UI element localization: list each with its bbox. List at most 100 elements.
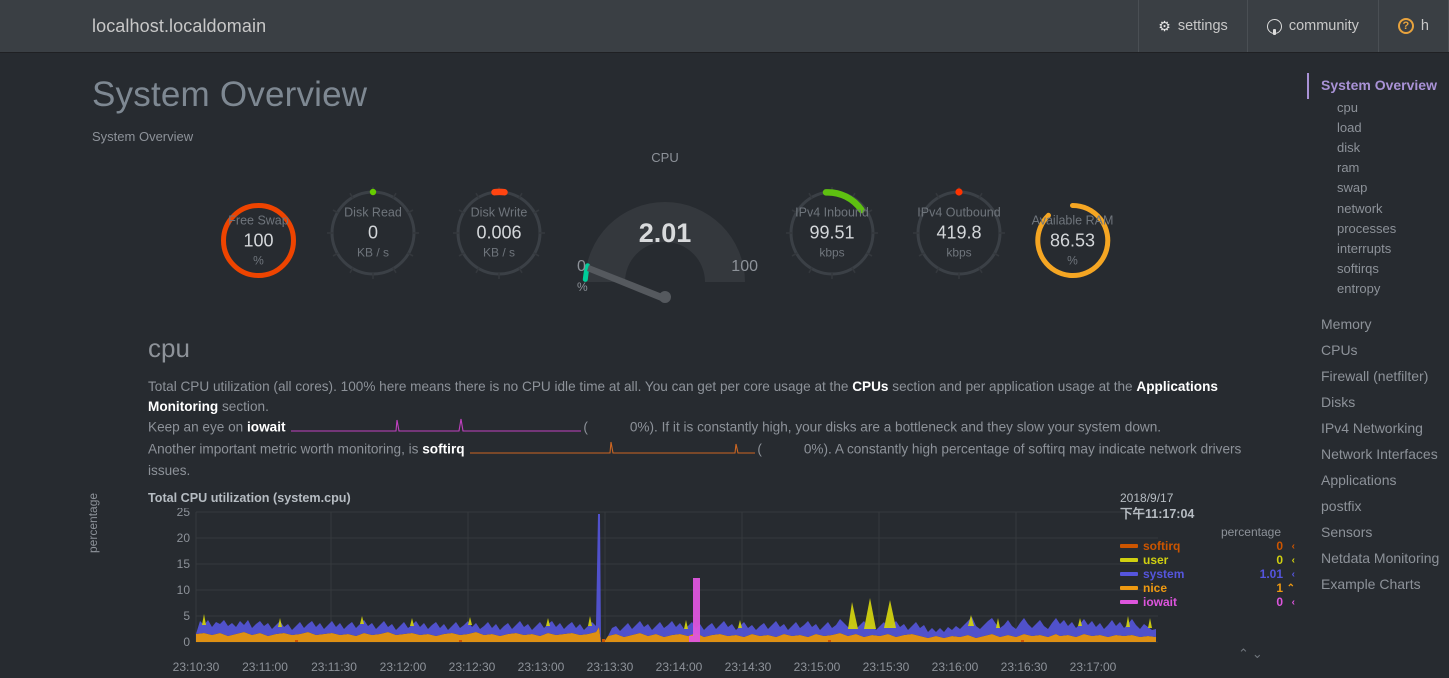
gauge-free-swap[interactable]: Free Swap 100 % — [216, 198, 301, 283]
legend-date: 2018/9/17 — [1120, 491, 1174, 505]
svg-text:15: 15 — [177, 557, 191, 571]
desc-text-1: Total CPU utilization (all cores). 100% … — [148, 379, 853, 394]
legend-value: 1.01 — [1259, 567, 1283, 581]
sidebar-item-cpus[interactable]: CPUs — [1299, 337, 1449, 363]
help-button[interactable]: ? h — [1377, 0, 1449, 52]
legend-label: system — [1143, 567, 1185, 581]
sidebar-item-example-charts[interactable]: Example Charts — [1299, 571, 1449, 597]
sidebar-item-processes[interactable]: processes — [1299, 218, 1449, 238]
chart-title: Total CPU utilization (system.cpu) — [148, 491, 351, 505]
x-tick: 23:11:00 — [242, 660, 288, 674]
x-tick: 23:16:00 — [931, 660, 979, 674]
sidebar-item-network[interactable]: network — [1299, 198, 1449, 218]
cpus-link[interactable]: CPUs — [852, 379, 888, 394]
top-navbar: localhost.localdomain ⚙ settings communi… — [0, 0, 1449, 53]
community-label: community — [1288, 18, 1359, 34]
legend-value: 0 — [1276, 539, 1283, 553]
legend-units: percentage — [1220, 525, 1281, 539]
github-icon — [1266, 18, 1282, 35]
legend-trend-icon: ‹ — [1291, 554, 1295, 566]
desc-paren-2: ( — [757, 441, 762, 457]
chart-y-axis-label: percentage — [86, 492, 100, 553]
sidebar-item-softirqs[interactable]: softirqs — [1299, 259, 1449, 279]
navbar-actions: ⚙ settings community ? h — [1138, 0, 1449, 52]
legend-swatch-icon — [1120, 600, 1138, 604]
x-tick: 23:15:00 — [793, 660, 841, 674]
sidebar-item-memory[interactable]: Memory — [1299, 311, 1449, 337]
sidebar-item-applications[interactable]: Applications — [1299, 467, 1449, 493]
legend-item-user[interactable]: user 0 ‹ — [1120, 553, 1295, 567]
help-label: h — [1420, 18, 1429, 34]
host-brand[interactable]: localhost.localdomain — [0, 0, 284, 52]
page-subtitle: System Overview — [92, 129, 194, 144]
softirq-metric-label: softirq — [422, 441, 465, 457]
x-tick: 23:16:30 — [1000, 660, 1048, 674]
sidebar-item-disk[interactable]: disk — [1299, 137, 1449, 157]
legend-swatch-icon — [1120, 558, 1138, 562]
x-tick: 23:12:30 — [448, 660, 496, 674]
ring-ipv4-outbound: IPv4 Outbound 419.8 kbps — [909, 183, 1009, 283]
settings-button[interactable]: ⚙ settings — [1138, 0, 1247, 52]
legend-swatch-icon — [1120, 572, 1138, 576]
sidebar-item-ipv4-networking[interactable]: IPv4 Networking — [1299, 415, 1449, 441]
x-tick: 23:11:30 — [311, 660, 357, 674]
ring-disk-read: Disk Read 0 KB / s — [323, 183, 423, 283]
x-tick: 23:10:30 — [172, 660, 220, 674]
ring-ipv4-inbound: IPv4 Inbound 99.51 kbps — [782, 183, 882, 283]
legend-item-system[interactable]: system 1.01 ‹ — [1120, 567, 1295, 581]
gauge-disk-read[interactable]: Disk Read 0 KB / s — [323, 183, 423, 283]
legend-trend-icon: ‹ — [1291, 540, 1295, 552]
sidebar-item-entropy[interactable]: entropy — [1299, 279, 1449, 299]
gauge-ipv4-inbound[interactable]: IPv4 Inbound 99.51 kbps — [782, 183, 882, 283]
sidebar-item-swap[interactable]: swap — [1299, 178, 1449, 198]
legend-label: iowait — [1143, 595, 1178, 609]
softirq-sparkline[interactable] — [470, 439, 756, 461]
gauge-available-ram[interactable]: Available RAM 86.53 % — [1030, 198, 1115, 283]
cpu-gauge-units: % — [577, 280, 588, 294]
legend-item-softirq[interactable]: softirq 0 ‹ — [1120, 539, 1295, 553]
iowait-value: 0% — [629, 419, 650, 435]
legend-item-nice[interactable]: nice 1 ⌃ — [1120, 581, 1295, 595]
cpu-gauge-value: 2.01 — [638, 218, 692, 248]
sidebar-divider — [1299, 299, 1449, 311]
iowait-metric-label: iowait — [247, 419, 286, 435]
gauge-cpu[interactable]: CPU 2.01 0 % 100 — [565, 150, 765, 317]
gauge-disk-write[interactable]: Disk Write 0.006 KB / s — [449, 183, 549, 283]
right-sidebar: System Overview cpu load disk ram swap n… — [1299, 53, 1449, 653]
desc-text-2: section and per application usage at the — [888, 379, 1137, 394]
sidebar-item-interrupts[interactable]: interrupts — [1299, 238, 1449, 258]
sidebar-item-disks[interactable]: Disks — [1299, 389, 1449, 415]
chart-resize-handle[interactable]: ⌃⌄ — [1238, 646, 1266, 662]
iowait-sparkline[interactable] — [291, 417, 582, 439]
gauge-ipv4-outbound[interactable]: IPv4 Outbound 419.8 kbps — [909, 183, 1009, 283]
legend-swatch-icon — [1120, 586, 1138, 590]
svg-text:5: 5 — [183, 609, 190, 623]
cpu-gauge-min: 0 — [577, 258, 586, 275]
cpu-section-description: Total CPU utilization (all cores). 100% … — [148, 377, 1248, 481]
sidebar-item-netdata-monitoring[interactable]: Netdata Monitoring — [1299, 545, 1449, 571]
x-tick: 23:12:00 — [379, 660, 427, 674]
cpu-section-heading: cpu — [148, 333, 190, 363]
sidebar-item-load[interactable]: load — [1299, 117, 1449, 137]
sidebar-item-system-overview[interactable]: System Overview — [1299, 73, 1449, 99]
ring-free-swap: Free Swap 100 % — [216, 198, 301, 283]
ring-disk-write: Disk Write 0.006 KB / s — [449, 183, 549, 283]
ring-available-ram: Available RAM 86.53 % — [1030, 198, 1115, 283]
legend-value: 0 — [1276, 595, 1283, 609]
sidebar-item-network-interfaces[interactable]: Network Interfaces — [1299, 441, 1449, 467]
community-button[interactable]: community — [1246, 0, 1378, 52]
sidebar-item-sensors[interactable]: Sensors — [1299, 519, 1449, 545]
page-title: System Overview — [92, 75, 368, 114]
sidebar-item-postfix[interactable]: postfix — [1299, 493, 1449, 519]
svg-text:0: 0 — [183, 635, 190, 649]
sidebar-item-ram[interactable]: ram — [1299, 158, 1449, 178]
legend-item-iowait[interactable]: iowait 0 ‹ — [1120, 595, 1295, 609]
legend-label: nice — [1143, 581, 1168, 595]
legend-label: softirq — [1143, 539, 1181, 553]
sidebar-item-cpu[interactable]: cpu — [1299, 97, 1449, 117]
legend-time: 下午11:17:04 — [1120, 507, 1195, 521]
settings-label: settings — [1177, 18, 1228, 34]
sidebar-item-firewall[interactable]: Firewall (netfilter) — [1299, 363, 1449, 389]
cpu-gauge-max: 100 — [731, 258, 758, 275]
cpu-chart-plot[interactable]: 25 20 15 10 5 0 — [148, 505, 1158, 653]
